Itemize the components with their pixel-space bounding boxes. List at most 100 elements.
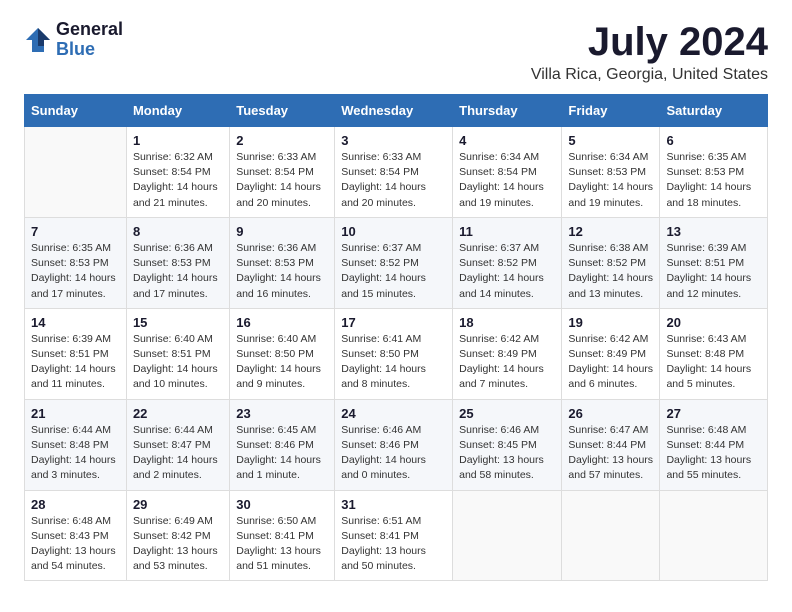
day-number: 26 <box>568 406 653 421</box>
table-row: 27 Sunrise: 6:48 AM Sunset: 8:44 PM Dayli… <box>660 399 768 490</box>
day-info: Sunrise: 6:42 AM Sunset: 8:49 PM Dayligh… <box>568 332 653 393</box>
day-number: 5 <box>568 133 653 148</box>
table-row: 4 Sunrise: 6:34 AM Sunset: 8:54 PM Daylig… <box>453 127 562 218</box>
day-info: Sunrise: 6:36 AM Sunset: 8:53 PM Dayligh… <box>133 241 223 302</box>
calendar-row: 7 Sunrise: 6:35 AM Sunset: 8:53 PM Daylig… <box>25 217 768 308</box>
day-number: 28 <box>31 497 120 512</box>
day-info: Sunrise: 6:48 AM Sunset: 8:44 PM Dayligh… <box>666 423 761 484</box>
table-row <box>453 490 562 581</box>
column-header-thursday: Thursday <box>453 95 562 127</box>
day-number: 27 <box>666 406 761 421</box>
table-row: 23 Sunrise: 6:45 AM Sunset: 8:46 PM Dayli… <box>230 399 335 490</box>
page-header: General Blue July 2024 Villa Rica, Georg… <box>24 20 768 84</box>
calendar-row: 1 Sunrise: 6:32 AM Sunset: 8:54 PM Daylig… <box>25 127 768 218</box>
day-number: 8 <box>133 224 223 239</box>
column-header-friday: Friday <box>562 95 660 127</box>
day-info: Sunrise: 6:39 AM Sunset: 8:51 PM Dayligh… <box>666 241 761 302</box>
table-row: 7 Sunrise: 6:35 AM Sunset: 8:53 PM Daylig… <box>25 217 127 308</box>
day-number: 22 <box>133 406 223 421</box>
day-number: 25 <box>459 406 555 421</box>
column-header-monday: Monday <box>126 95 229 127</box>
day-number: 23 <box>236 406 328 421</box>
calendar-row: 21 Sunrise: 6:44 AM Sunset: 8:48 PM Dayli… <box>25 399 768 490</box>
day-info: Sunrise: 6:50 AM Sunset: 8:41 PM Dayligh… <box>236 514 328 575</box>
day-number: 14 <box>31 315 120 330</box>
day-info: Sunrise: 6:49 AM Sunset: 8:42 PM Dayligh… <box>133 514 223 575</box>
day-number: 4 <box>459 133 555 148</box>
day-info: Sunrise: 6:37 AM Sunset: 8:52 PM Dayligh… <box>459 241 555 302</box>
day-info: Sunrise: 6:33 AM Sunset: 8:54 PM Dayligh… <box>341 150 446 211</box>
day-number: 2 <box>236 133 328 148</box>
day-info: Sunrise: 6:43 AM Sunset: 8:48 PM Dayligh… <box>666 332 761 393</box>
day-info: Sunrise: 6:47 AM Sunset: 8:44 PM Dayligh… <box>568 423 653 484</box>
table-row: 24Sunrise: 6:46 AM Sunset: 8:46 PM Dayli… <box>335 399 453 490</box>
table-row: 5 Sunrise: 6:34 AM Sunset: 8:53 PM Daylig… <box>562 127 660 218</box>
day-info: Sunrise: 6:40 AM Sunset: 8:50 PM Dayligh… <box>236 332 328 393</box>
day-info: Sunrise: 6:35 AM Sunset: 8:53 PM Dayligh… <box>31 241 120 302</box>
day-number: 13 <box>666 224 761 239</box>
table-row: 16 Sunrise: 6:40 AM Sunset: 8:50 PM Dayli… <box>230 308 335 399</box>
day-info: Sunrise: 6:35 AM Sunset: 8:53 PM Dayligh… <box>666 150 761 211</box>
table-row: 19 Sunrise: 6:42 AM Sunset: 8:49 PM Dayli… <box>562 308 660 399</box>
day-info: Sunrise: 6:32 AM Sunset: 8:54 PM Dayligh… <box>133 150 223 211</box>
day-info: Sunrise: 6:36 AM Sunset: 8:53 PM Dayligh… <box>236 241 328 302</box>
logo-general: General <box>56 20 123 40</box>
day-info: Sunrise: 6:45 AM Sunset: 8:46 PM Dayligh… <box>236 423 328 484</box>
day-info: Sunrise: 6:44 AM Sunset: 8:48 PM Dayligh… <box>31 423 120 484</box>
day-number: 31 <box>341 497 446 512</box>
table-row: 21 Sunrise: 6:44 AM Sunset: 8:48 PM Dayli… <box>25 399 127 490</box>
day-number: 15 <box>133 315 223 330</box>
day-info: Sunrise: 6:51 AM Sunset: 8:41 PM Dayligh… <box>341 514 446 575</box>
calendar-body: 1 Sunrise: 6:32 AM Sunset: 8:54 PM Daylig… <box>25 127 768 581</box>
main-title: July 2024 <box>531 20 768 64</box>
table-row: 25 Sunrise: 6:46 AM Sunset: 8:45 PM Dayli… <box>453 399 562 490</box>
day-number: 20 <box>666 315 761 330</box>
logo: General Blue <box>24 20 123 60</box>
table-row: 20 Sunrise: 6:43 AM Sunset: 8:48 PM Dayli… <box>660 308 768 399</box>
table-row: 22Sunrise: 6:44 AM Sunset: 8:47 PM Dayli… <box>126 399 229 490</box>
table-row: 12 Sunrise: 6:38 AM Sunset: 8:52 PM Dayli… <box>562 217 660 308</box>
day-info: Sunrise: 6:34 AM Sunset: 8:53 PM Dayligh… <box>568 150 653 211</box>
table-row: 9 Sunrise: 6:36 AM Sunset: 8:53 PM Daylig… <box>230 217 335 308</box>
day-number: 18 <box>459 315 555 330</box>
table-row: 14 Sunrise: 6:39 AM Sunset: 8:51 PM Dayli… <box>25 308 127 399</box>
day-number: 19 <box>568 315 653 330</box>
day-info: Sunrise: 6:39 AM Sunset: 8:51 PM Dayligh… <box>31 332 120 393</box>
column-header-wednesday: Wednesday <box>335 95 453 127</box>
day-info: Sunrise: 6:40 AM Sunset: 8:51 PM Dayligh… <box>133 332 223 393</box>
calendar-header: SundayMondayTuesdayWednesdayThursdayFrid… <box>25 95 768 127</box>
day-number: 10 <box>341 224 446 239</box>
day-number: 21 <box>31 406 120 421</box>
logo-icon <box>24 26 52 54</box>
day-info: Sunrise: 6:33 AM Sunset: 8:54 PM Dayligh… <box>236 150 328 211</box>
column-header-sunday: Sunday <box>25 95 127 127</box>
table-row: 30 Sunrise: 6:50 AM Sunset: 8:41 PM Dayli… <box>230 490 335 581</box>
logo-text: General Blue <box>56 20 123 60</box>
day-info: Sunrise: 6:41 AM Sunset: 8:50 PM Dayligh… <box>341 332 446 393</box>
day-number: 16 <box>236 315 328 330</box>
day-info: Sunrise: 6:38 AM Sunset: 8:52 PM Dayligh… <box>568 241 653 302</box>
table-row <box>660 490 768 581</box>
table-row: 10Sunrise: 6:37 AM Sunset: 8:52 PM Dayli… <box>335 217 453 308</box>
table-row <box>25 127 127 218</box>
table-row: 17Sunrise: 6:41 AM Sunset: 8:50 PM Dayli… <box>335 308 453 399</box>
table-row: 31 Sunrise: 6:51 AM Sunset: 8:41 PM Dayli… <box>335 490 453 581</box>
day-number: 9 <box>236 224 328 239</box>
table-row: 15 Sunrise: 6:40 AM Sunset: 8:51 PM Dayli… <box>126 308 229 399</box>
day-info: Sunrise: 6:34 AM Sunset: 8:54 PM Dayligh… <box>459 150 555 211</box>
day-number: 30 <box>236 497 328 512</box>
day-info: Sunrise: 6:46 AM Sunset: 8:45 PM Dayligh… <box>459 423 555 484</box>
table-row <box>562 490 660 581</box>
day-number: 1 <box>133 133 223 148</box>
table-row: 13 Sunrise: 6:39 AM Sunset: 8:51 PM Dayli… <box>660 217 768 308</box>
day-number: 7 <box>31 224 120 239</box>
day-number: 3 <box>341 133 446 148</box>
table-row: 6Sunrise: 6:35 AM Sunset: 8:53 PM Daylig… <box>660 127 768 218</box>
table-row: 26 Sunrise: 6:47 AM Sunset: 8:44 PM Dayli… <box>562 399 660 490</box>
table-row: 3 Sunrise: 6:33 AM Sunset: 8:54 PM Daylig… <box>335 127 453 218</box>
calendar-row: 14 Sunrise: 6:39 AM Sunset: 8:51 PM Dayli… <box>25 308 768 399</box>
day-number: 12 <box>568 224 653 239</box>
table-row: 28Sunrise: 6:48 AM Sunset: 8:43 PM Dayli… <box>25 490 127 581</box>
table-row: 1 Sunrise: 6:32 AM Sunset: 8:54 PM Daylig… <box>126 127 229 218</box>
column-header-saturday: Saturday <box>660 95 768 127</box>
